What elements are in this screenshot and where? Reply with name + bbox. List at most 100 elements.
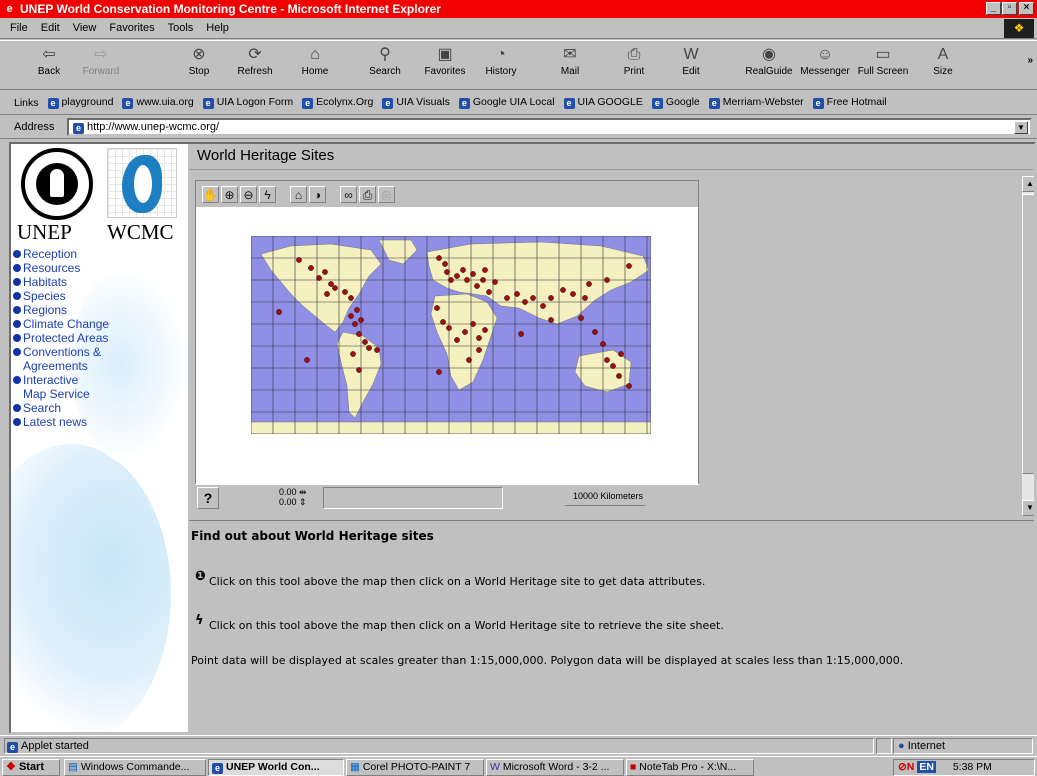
maximize-button[interactable]: ▫: [1002, 2, 1017, 15]
nav-item-search[interactable]: Search: [13, 401, 109, 415]
vertical-scrollbar[interactable]: ▲ ▼: [1022, 176, 1034, 516]
tray-norton-icon[interactable]: ⊘N: [898, 761, 914, 773]
mail-button[interactable]: ✉ Mail: [541, 44, 599, 77]
scroll-thumb[interactable]: [1022, 194, 1034, 474]
windows-logo-icon: ❖: [6, 761, 16, 773]
edit-button[interactable]: W Edit: [662, 44, 720, 77]
search-button[interactable]: ⚲ Search: [356, 44, 414, 77]
history-button[interactable]: ◔ History: [472, 44, 530, 77]
bullet-icon: [13, 278, 21, 286]
zoom-out-icon[interactable]: ⊖: [240, 185, 257, 203]
menu-favorites[interactable]: Favorites: [109, 22, 154, 34]
browser-content: UNEP WCMC Reception Resources Habitats S…: [9, 142, 1036, 734]
refresh-icon: ⟳: [248, 46, 262, 63]
size-icon: A: [937, 46, 949, 63]
messenger-button[interactable]: ☺ Messenger: [796, 44, 854, 77]
nav-list: Reception Resources Habitats Species Reg…: [13, 247, 109, 429]
link-uia-google[interactable]: e UIA GOOGLE: [563, 96, 643, 109]
disabled-tool-icon: ◎: [378, 185, 395, 203]
link-merriam-webster[interactable]: e Merriam-Webster: [708, 96, 804, 109]
link-playground[interactable]: e playground: [47, 96, 113, 109]
link-uia-logon[interactable]: e UIA Logon Form: [202, 96, 293, 109]
stop-button[interactable]: ⊗ Stop: [170, 44, 228, 77]
link-uia[interactable]: e www.uia.org: [122, 96, 194, 109]
fullscreen-button[interactable]: ▭ Full Screen: [854, 44, 912, 77]
link-google[interactable]: e Google: [651, 96, 700, 109]
info-scale-note: Point data will be displayed at scales g…: [191, 654, 904, 667]
nav-item-regions[interactable]: Regions: [13, 303, 109, 317]
nav-item-conventions[interactable]: Conventions &: [13, 345, 109, 359]
back-button[interactable]: ⇦ Back: [20, 44, 78, 77]
minimize-button[interactable]: _: [986, 2, 1001, 15]
nav-item-climate-change[interactable]: Climate Change: [13, 317, 109, 331]
link-ecolynx[interactable]: e Ecolynx.Org: [302, 96, 373, 109]
pan-tool-icon[interactable]: ✋: [202, 185, 219, 203]
favorites-button[interactable]: ▣ Favorites: [416, 44, 474, 77]
address-dropdown-button[interactable]: ▼: [1014, 121, 1028, 134]
scroll-down-arrow-icon[interactable]: ▼: [1022, 500, 1034, 516]
ie-page-icon: e: [458, 98, 470, 109]
link-uia-visuals[interactable]: e UIA Visuals: [382, 96, 450, 109]
link-google-uia-local[interactable]: e Google UIA Local: [458, 96, 555, 109]
language-indicator[interactable]: EN: [917, 761, 936, 773]
size-button[interactable]: A Size: [914, 44, 972, 77]
coordinate-box: [323, 487, 503, 509]
forward-button[interactable]: ⇨ Forward: [72, 44, 130, 77]
bullet-icon: [13, 264, 21, 272]
task-unep-browser[interactable]: e UNEP World Con...: [208, 759, 344, 776]
home-icon: ⌂: [310, 46, 320, 63]
menu-help[interactable]: Help: [206, 22, 229, 34]
nav-item-latest-news[interactable]: Latest news: [13, 415, 109, 429]
nav-item-reception[interactable]: Reception: [13, 247, 109, 261]
scroll-up-arrow-icon[interactable]: ▲: [1022, 176, 1034, 192]
messenger-icon: ☺: [816, 46, 834, 63]
menu-tools[interactable]: Tools: [168, 22, 194, 34]
nav-item-conventions-cont[interactable]: Agreements: [13, 359, 109, 373]
zoom-in-icon[interactable]: ⊕: [221, 185, 238, 203]
home-tool-icon[interactable]: ⌂: [290, 185, 307, 203]
start-button[interactable]: ❖ Start: [2, 759, 60, 776]
print-button[interactable]: ⎙ Print: [605, 44, 663, 77]
menu-view[interactable]: View: [73, 22, 97, 34]
menu-file[interactable]: File: [10, 22, 28, 34]
app-icon: ▦: [350, 761, 360, 773]
scale-label: 10000 Kilometers: [573, 491, 644, 501]
nav-item-resources[interactable]: Resources: [13, 261, 109, 275]
help-button[interactable]: ?: [197, 487, 219, 509]
realguide-button[interactable]: ◉ RealGuide: [740, 44, 798, 77]
lightning-icon[interactable]: ϟ: [259, 185, 276, 203]
menu-bar: File Edit View Favorites Tools Help: [0, 18, 1037, 39]
back-arrow-icon: ⇦: [42, 46, 56, 63]
task-corel-photopaint[interactable]: ▦ Corel PHOTO-PAINT 7: [346, 759, 484, 776]
title-bar[interactable]: e UNEP World Conservation Monitoring Cen…: [0, 0, 1037, 18]
nav-item-interactive-cont[interactable]: Map Service: [13, 387, 109, 401]
nav-item-protected-areas[interactable]: Protected Areas: [13, 331, 109, 345]
stop-icon: ⊗: [192, 46, 206, 63]
info-tool-icon[interactable]: ◑: [309, 185, 326, 203]
ie-page-icon: e: [47, 98, 59, 109]
favorites-icon: ▣: [437, 46, 453, 63]
binoculars-icon[interactable]: ∞: [340, 185, 357, 203]
task-windows-commander[interactable]: ▤ Windows Commande...: [64, 759, 206, 776]
menu-edit[interactable]: Edit: [41, 22, 60, 34]
ie-page-icon: e: [122, 98, 134, 109]
unep-logo[interactable]: [21, 148, 93, 220]
info-line-sitesheet: Click on this tool above the map then cl…: [209, 619, 724, 632]
wcmc-logo[interactable]: [107, 148, 177, 218]
print-tool-icon[interactable]: ⎙: [359, 185, 376, 203]
page-title: World Heritage Sites: [189, 144, 1034, 170]
toolbar-overflow-icon[interactable]: »: [1027, 55, 1033, 66]
nav-item-interactive[interactable]: Interactive: [13, 373, 109, 387]
refresh-button[interactable]: ⟳ Refresh: [226, 44, 284, 77]
forward-arrow-icon: ⇨: [94, 46, 108, 63]
nav-item-habitats[interactable]: Habitats: [13, 275, 109, 289]
task-microsoft-word[interactable]: W Microsoft Word - 3-2 ...: [486, 759, 624, 776]
world-map[interactable]: [251, 236, 651, 434]
wcmc-label: WCMC: [107, 220, 174, 244]
home-button[interactable]: ⌂ Home: [286, 44, 344, 77]
nav-item-species[interactable]: Species: [13, 289, 109, 303]
address-input[interactable]: e http://www.unep-wcmc.org/ ▼: [67, 118, 1032, 136]
close-button[interactable]: ×: [1019, 2, 1034, 15]
link-free-hotmail[interactable]: e Free Hotmail: [812, 96, 887, 109]
task-notetab[interactable]: ■ NoteTab Pro - X:\N...: [626, 759, 754, 776]
